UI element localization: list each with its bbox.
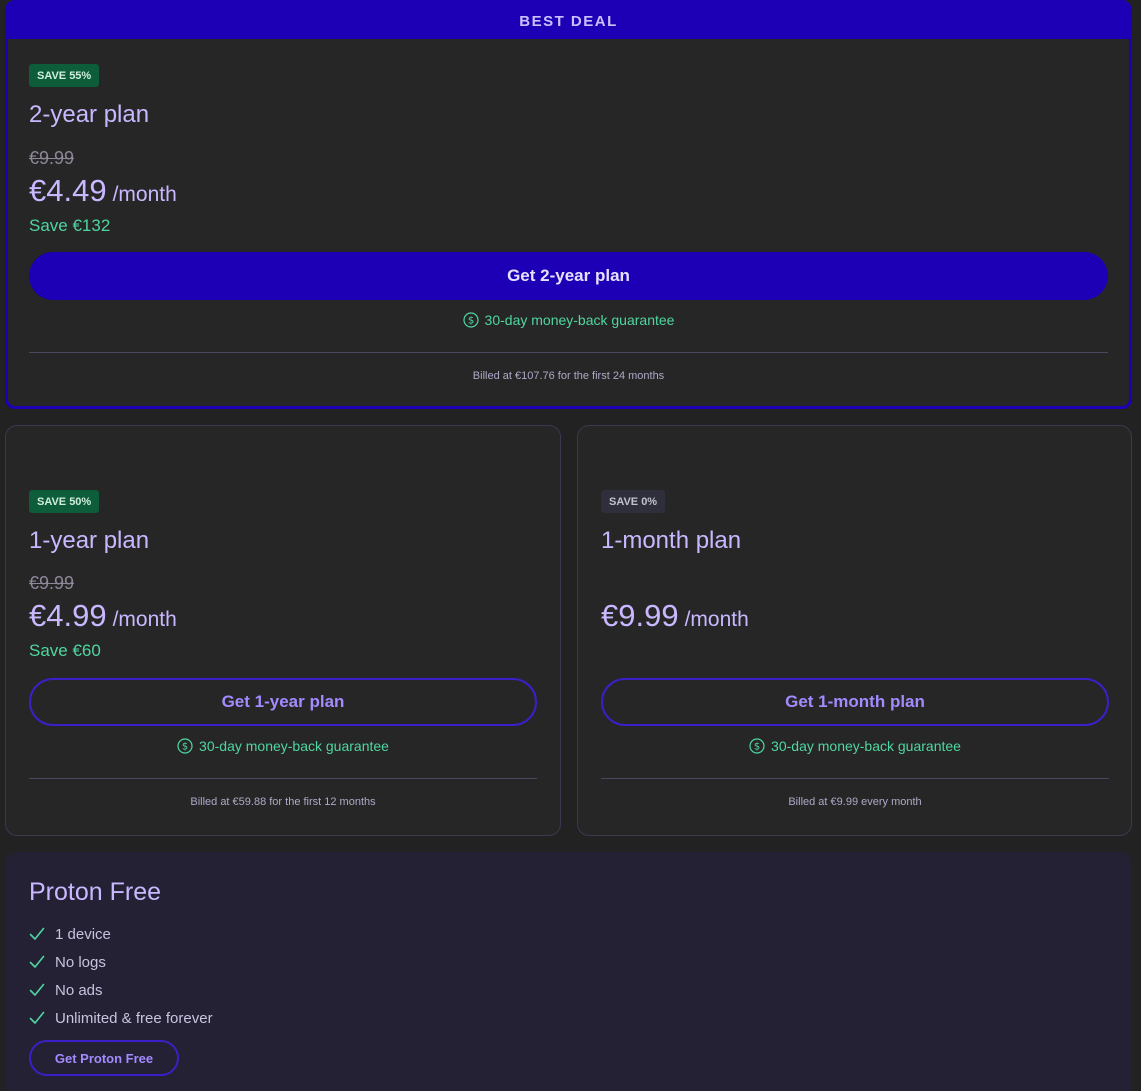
- monthly-price: €4.99 /month: [29, 598, 177, 634]
- plan-card-free: Proton Free 1 device No logs No ads Unli…: [5, 852, 1132, 1091]
- save-badge: SAVE 50%: [29, 490, 100, 513]
- feature-label: Unlimited & free forever: [55, 1009, 213, 1027]
- get-1-month-plan-button[interactable]: Get 1-month plan: [601, 678, 1109, 726]
- price-amount: €4.49: [29, 173, 107, 208]
- price-period: /month: [112, 608, 177, 631]
- money-back-guarantee: $ 30-day money-back guarantee: [29, 312, 1108, 328]
- get-1-year-plan-button[interactable]: Get 1-year plan: [29, 678, 537, 726]
- savings-text: Save €132: [29, 216, 111, 235]
- monthly-price: €4.49 /month: [29, 173, 177, 209]
- price-amount: €9.99: [601, 598, 679, 633]
- save-badge: SAVE 55%: [29, 64, 100, 87]
- billing-note: Billed at €59.88 for the first 12 months: [190, 796, 376, 808]
- get-2-year-plan-button[interactable]: Get 2-year plan: [29, 252, 1108, 300]
- guarantee-text: 30-day money-back guarantee: [771, 738, 961, 754]
- checkmark-icon: [29, 983, 45, 996]
- save-badge: SAVE 0%: [601, 490, 666, 513]
- guarantee-text: 30-day money-back guarantee: [484, 312, 675, 328]
- checkmark-icon: [29, 1011, 45, 1024]
- price-amount: €4.99: [29, 598, 107, 633]
- original-price: €9.99: [29, 148, 75, 168]
- svg-text:$: $: [467, 316, 473, 327]
- dollar-circle-icon: $: [749, 738, 765, 754]
- feature-item: No ads: [29, 976, 213, 1004]
- dollar-circle-icon: $: [462, 312, 479, 328]
- billing-note: Billed at €9.99 every month: [788, 796, 922, 808]
- savings-text: Save €60: [29, 641, 101, 660]
- feature-label: No ads: [55, 981, 103, 999]
- pricing-page: BEST DEAL SAVE 55% 2-year plan €9.99 €4.…: [0, 0, 1141, 1091]
- plan-title: 2-year plan: [29, 101, 150, 128]
- plan-card-1-year: SAVE 50% 1-year plan €9.99 €4.99 /month …: [5, 425, 561, 836]
- money-back-guarantee: $ 30-day money-back guarantee: [601, 738, 1109, 754]
- best-deal-banner: BEST DEAL: [8, 3, 1129, 39]
- feature-item: Unlimited & free forever: [29, 1004, 213, 1032]
- checkmark-icon: [29, 955, 45, 968]
- plan-card-2-year: BEST DEAL SAVE 55% 2-year plan €9.99 €4.…: [5, 0, 1132, 409]
- feature-label: 1 device: [55, 925, 111, 943]
- plan-title: 1-month plan: [601, 527, 742, 554]
- monthly-price: €9.99 /month: [601, 598, 749, 634]
- money-back-guarantee: $ 30-day money-back guarantee: [29, 738, 537, 754]
- feature-item: 1 device: [29, 920, 213, 948]
- divider: [601, 778, 1109, 779]
- feature-item: No logs: [29, 948, 213, 976]
- divider: [29, 352, 1108, 353]
- billing-note: Billed at €107.76 for the first 24 month…: [472, 370, 665, 382]
- dollar-circle-icon: $: [177, 738, 193, 754]
- plan-card-1-month: SAVE 0% 1-month plan €9.99 /month Get 1-…: [577, 425, 1132, 836]
- feature-list: 1 device No logs No ads Unlimited & free…: [29, 920, 213, 1032]
- svg-text:$: $: [754, 742, 760, 753]
- feature-label: No logs: [55, 953, 106, 971]
- svg-text:$: $: [182, 742, 188, 753]
- price-period: /month: [112, 183, 177, 206]
- plan-title: 1-year plan: [29, 527, 150, 554]
- divider: [29, 778, 537, 779]
- price-period: /month: [684, 608, 749, 631]
- free-plan-title: Proton Free: [29, 878, 162, 906]
- get-proton-free-button[interactable]: Get Proton Free: [29, 1040, 179, 1076]
- checkmark-icon: [29, 927, 45, 940]
- original-price: €9.99: [29, 573, 75, 593]
- guarantee-text: 30-day money-back guarantee: [199, 738, 389, 754]
